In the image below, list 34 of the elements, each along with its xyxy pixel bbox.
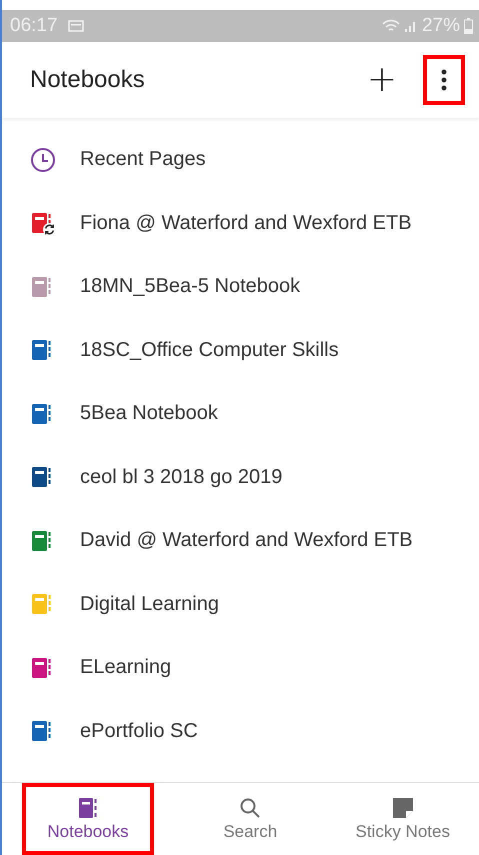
battery-icon xyxy=(464,18,473,34)
notebook-item[interactable]: 18MN_5Bea-5 Notebook xyxy=(2,255,479,318)
notebook-name: Digital Learning xyxy=(80,592,219,616)
more-options-button[interactable] xyxy=(423,55,465,105)
notebook-item[interactable]: Fiona @ Waterford and Wexford ETB xyxy=(2,192,479,255)
nav-tab[interactable]: Search xyxy=(174,783,326,855)
notebook-item[interactable]: Digital Learning xyxy=(2,572,479,636)
page-title: Notebooks xyxy=(30,66,146,94)
notebook-item[interactable]: ceol bl 3 2018 go 2019 xyxy=(2,446,479,509)
notebook-name: ceol bl 3 2018 go 2019 xyxy=(80,466,282,489)
notebook-icon xyxy=(77,796,99,820)
notebook-name: David @ Waterford and Wexford ETB xyxy=(80,529,413,552)
add-button[interactable]: + xyxy=(358,62,405,98)
notebook-name: 5Bea Notebook xyxy=(80,402,218,426)
notebook-item[interactable]: 5Bea Notebook xyxy=(2,382,479,446)
nav-tab[interactable]: Notebooks xyxy=(22,783,154,855)
more-icon xyxy=(441,69,447,91)
notebook-item[interactable]: Recent Pages xyxy=(2,128,479,192)
nav-tab[interactable]: Sticky Notes xyxy=(326,783,479,855)
notebook-item[interactable]: 18SC_Office Computer Skills xyxy=(2,318,479,382)
wifi-icon xyxy=(382,19,400,33)
sticky-note-icon xyxy=(392,796,414,820)
notebook-name: 18MN_5Bea-5 Notebook xyxy=(80,275,300,298)
signal-icon xyxy=(404,19,418,33)
notebook-item[interactable]: ePortfolio SC xyxy=(2,700,479,763)
notification-icon xyxy=(68,20,84,32)
notebook-name: Fiona @ Waterford and Wexford ETB xyxy=(80,212,412,235)
notebook-name: Recent Pages xyxy=(80,148,206,172)
notebook-name: 18SC_Office Computer Skills xyxy=(80,338,339,362)
notebook-name: ELearning xyxy=(80,656,172,680)
notebook-item[interactable]: ELearning xyxy=(2,636,479,700)
search-icon xyxy=(239,796,262,820)
notebook-name: ePortfolio SC xyxy=(80,720,198,743)
notebook-item[interactable]: David @ Waterford and Wexford ETB xyxy=(2,509,479,572)
